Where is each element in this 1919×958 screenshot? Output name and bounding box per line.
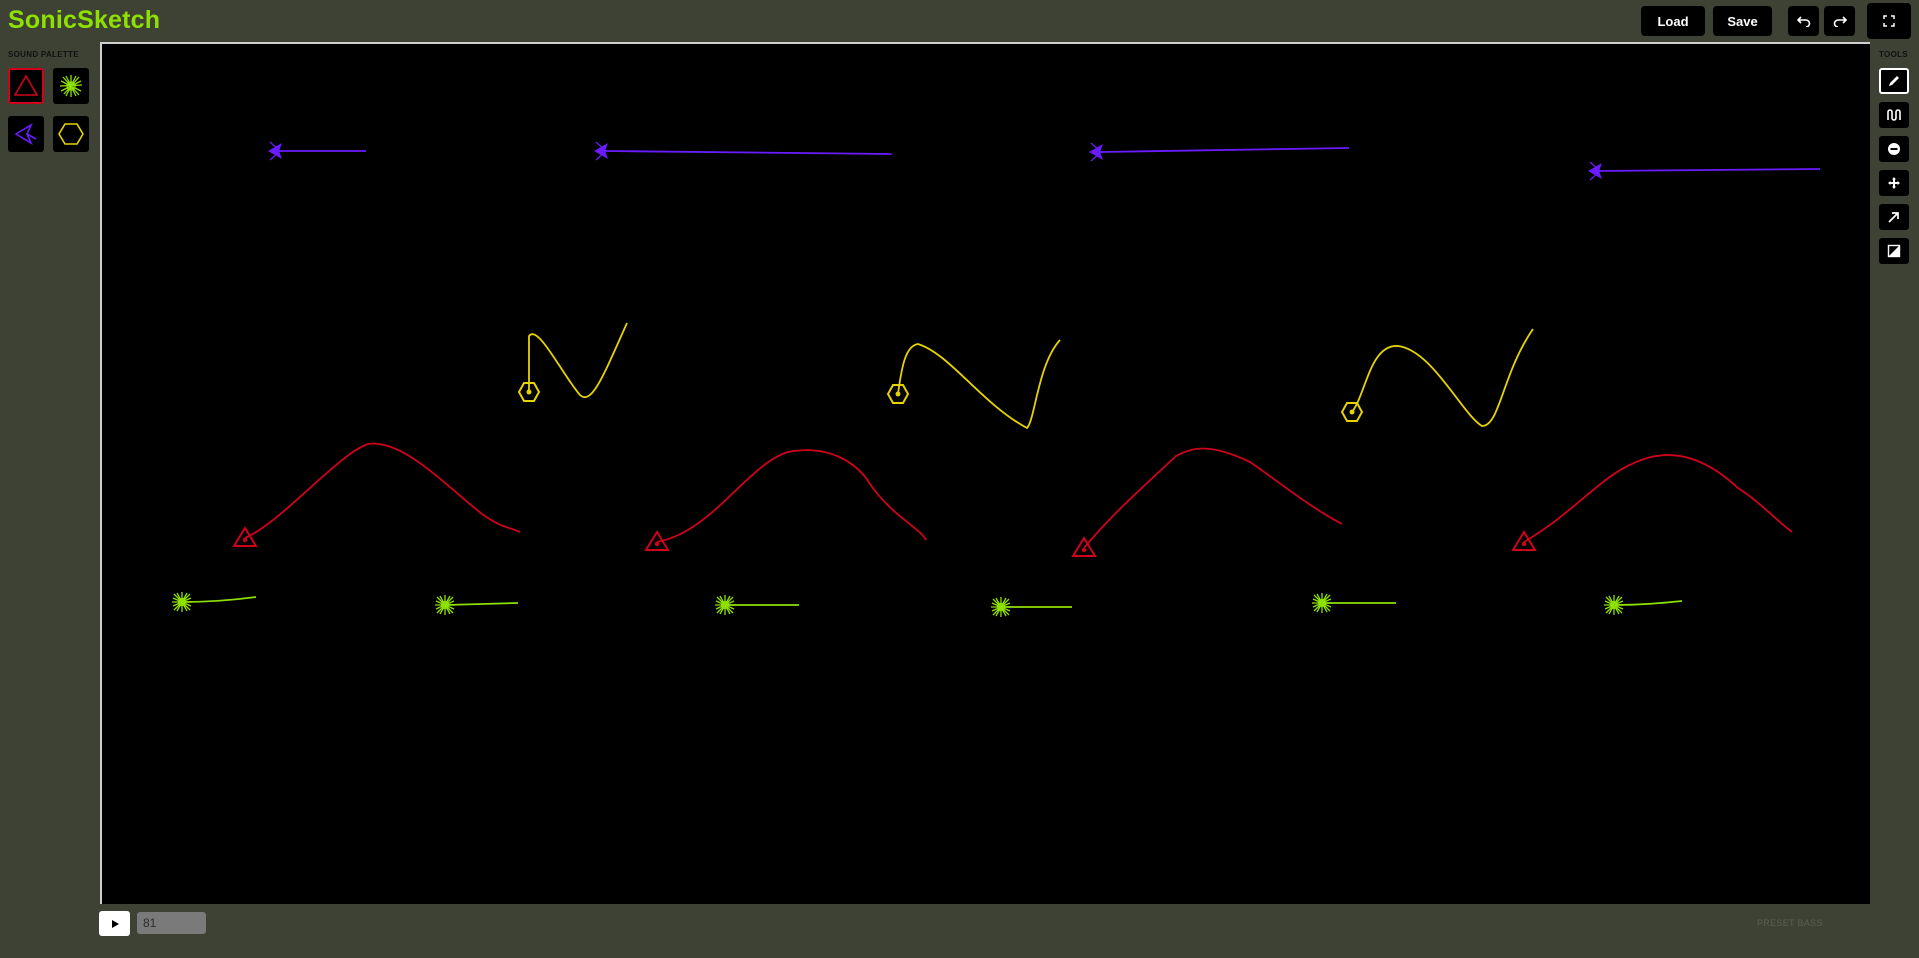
purple-stroke[interactable] <box>1587 161 1821 181</box>
load-button[interactable]: Load <box>1641 6 1705 36</box>
palette-burst-button[interactable] <box>53 68 89 104</box>
pencil-icon <box>1889 76 1899 86</box>
red-stroke[interactable] <box>1072 447 1343 557</box>
sketch-layer[interactable] <box>102 44 1870 904</box>
tools-label: TOOLS <box>1879 50 1908 59</box>
yellow-stroke[interactable] <box>518 322 628 402</box>
arrowhead-icon <box>14 123 37 145</box>
arrow-icon <box>1888 212 1899 223</box>
green-stroke[interactable] <box>434 594 519 616</box>
sound-palette-label: SOUND PALETTE <box>8 50 79 59</box>
red-stroke[interactable] <box>233 442 521 547</box>
redo-button[interactable] <box>1824 6 1855 36</box>
play-button[interactable] <box>99 911 130 936</box>
purple-stroke[interactable] <box>593 141 893 161</box>
tool-erase-button[interactable] <box>1879 136 1909 162</box>
yellow-stroke[interactable] <box>1341 328 1534 427</box>
burst-icon <box>59 75 83 97</box>
hexagon-icon <box>58 123 84 145</box>
red-stroke[interactable] <box>645 449 927 551</box>
waveform-icon <box>1887 109 1901 121</box>
green-stroke[interactable] <box>1603 594 1683 616</box>
tempo-input[interactable] <box>137 912 206 934</box>
minus-circle-icon <box>1888 143 1900 155</box>
move-icon <box>1888 177 1900 189</box>
palette-triangle-button[interactable] <box>8 68 44 104</box>
redo-icon <box>1833 16 1847 27</box>
green-stroke[interactable] <box>1311 592 1396 614</box>
play-icon <box>111 919 119 928</box>
yellow-stroke[interactable] <box>887 339 1061 430</box>
drawing-canvas[interactable] <box>100 42 1870 904</box>
purple-stroke[interactable] <box>1088 142 1350 162</box>
purple-stroke[interactable] <box>267 141 366 161</box>
tool-move-button[interactable] <box>1879 170 1909 196</box>
preset-label: PRESET BASS <box>1757 918 1823 928</box>
red-stroke[interactable] <box>1512 454 1793 551</box>
green-stroke[interactable] <box>990 596 1072 618</box>
palette-arrowhead-button[interactable] <box>8 116 44 152</box>
undo-button[interactable] <box>1788 6 1819 36</box>
tool-pencil-button[interactable] <box>1879 68 1909 94</box>
palette-hexagon-button[interactable] <box>53 116 89 152</box>
tool-waveform-button[interactable] <box>1879 102 1909 128</box>
tool-arrow-button[interactable] <box>1879 204 1909 230</box>
save-button[interactable]: Save <box>1713 6 1772 36</box>
green-stroke[interactable] <box>171 591 257 613</box>
app-title: SonicSketch <box>8 6 161 34</box>
undo-icon <box>1796 16 1810 27</box>
fullscreen-button[interactable] <box>1867 3 1911 39</box>
green-stroke[interactable] <box>714 594 799 616</box>
fullscreen-icon <box>1883 15 1895 27</box>
triangle-icon <box>13 74 39 96</box>
contrast-icon <box>1887 244 1901 258</box>
tool-contrast-button[interactable] <box>1879 238 1909 264</box>
